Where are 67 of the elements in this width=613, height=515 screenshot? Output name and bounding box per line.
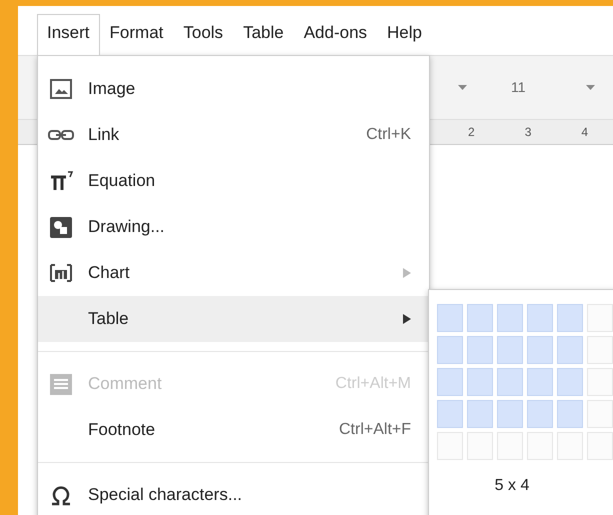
ruler-number: 4 — [581, 124, 588, 141]
grid-cell[interactable] — [437, 432, 463, 460]
menu-item-label: Special characters... — [88, 484, 242, 506]
shapes-icon — [48, 216, 74, 238]
menu-item[interactable]: Special characters... — [38, 472, 429, 515]
grid-cell[interactable] — [437, 400, 463, 428]
dropdown-caret-icon[interactable] — [458, 85, 467, 90]
menu-item[interactable]: Image — [38, 66, 429, 112]
menu-item-label: Equation — [88, 170, 156, 192]
grid-cell[interactable] — [557, 368, 583, 396]
ruler-number: 3 — [524, 124, 532, 141]
menu-tab[interactable]: Tools — [173, 14, 234, 55]
grid-cell[interactable] — [527, 336, 553, 364]
grid-cell[interactable] — [527, 304, 553, 332]
font-size-value[interactable]: 11 — [511, 77, 526, 98]
menu-item-label: Link — [88, 124, 120, 146]
grid-cell[interactable] — [527, 432, 553, 460]
menu-item[interactable]: Drawing... — [38, 204, 429, 250]
menu-item[interactable]: Chart — [38, 250, 429, 296]
pi-icon — [48, 170, 74, 192]
shortcut-text: Ctrl+K — [366, 125, 411, 145]
grid-cell[interactable] — [557, 400, 583, 428]
grid-cell[interactable] — [467, 304, 493, 332]
menu-tab[interactable]: Format — [100, 14, 174, 55]
dropdown-caret-icon[interactable] — [586, 85, 595, 90]
grid-cell[interactable] — [467, 368, 493, 396]
grid-cell[interactable] — [587, 304, 613, 332]
menu-item-label: Image — [88, 78, 136, 100]
grid-cell[interactable] — [587, 432, 613, 460]
menu-item[interactable]: Footnote Ctrl+Alt+F — [38, 407, 429, 453]
table-size-label: 5 x 4 — [494, 476, 530, 496]
grid-cell[interactable] — [437, 336, 463, 364]
grid-cell[interactable] — [497, 304, 523, 332]
menu-tab[interactable]: Help — [377, 14, 432, 55]
ruler-number: 2 — [468, 124, 475, 141]
chart-icon — [48, 262, 74, 284]
grid-cell[interactable] — [557, 304, 583, 332]
grid-cell[interactable] — [557, 336, 583, 364]
grid-cell[interactable] — [527, 400, 553, 428]
menu-item-label: Comment — [88, 373, 162, 396]
grid-cell[interactable] — [497, 400, 523, 428]
menu-tab[interactable]: Table — [233, 14, 294, 55]
grid-cell[interactable] — [437, 304, 463, 332]
menu-tab[interactable]: Add-ons — [294, 14, 378, 55]
grid-cell[interactable] — [587, 400, 613, 428]
shortcut-text: Ctrl+Alt+F — [338, 420, 411, 440]
grid-cell[interactable] — [497, 336, 523, 364]
image-icon — [48, 78, 74, 100]
menu-item-label: Drawing... — [88, 216, 165, 238]
grid-cell[interactable] — [467, 432, 493, 460]
grid-cell[interactable] — [527, 368, 553, 396]
menu-item-label: Footnote — [88, 419, 156, 442]
grid-cell[interactable] — [497, 432, 523, 460]
grid-cell[interactable] — [557, 432, 583, 460]
grid-cell[interactable] — [497, 368, 523, 396]
menu-item[interactable]: Table — [38, 296, 429, 342]
comment-icon — [48, 373, 74, 395]
grid-cell[interactable] — [437, 368, 463, 396]
menu-item[interactable]: Link Ctrl+K — [38, 112, 429, 158]
grid-cell[interactable] — [467, 400, 493, 428]
menu-tab[interactable]: Insert — [37, 14, 100, 55]
grid-cell[interactable] — [587, 368, 613, 396]
menu-item-label: Table — [88, 308, 129, 330]
menu-item[interactable]: Equation — [38, 158, 429, 204]
grid-cell[interactable] — [467, 336, 493, 364]
grid-cell[interactable] — [587, 336, 613, 364]
menu-item-label: Chart — [88, 262, 130, 284]
